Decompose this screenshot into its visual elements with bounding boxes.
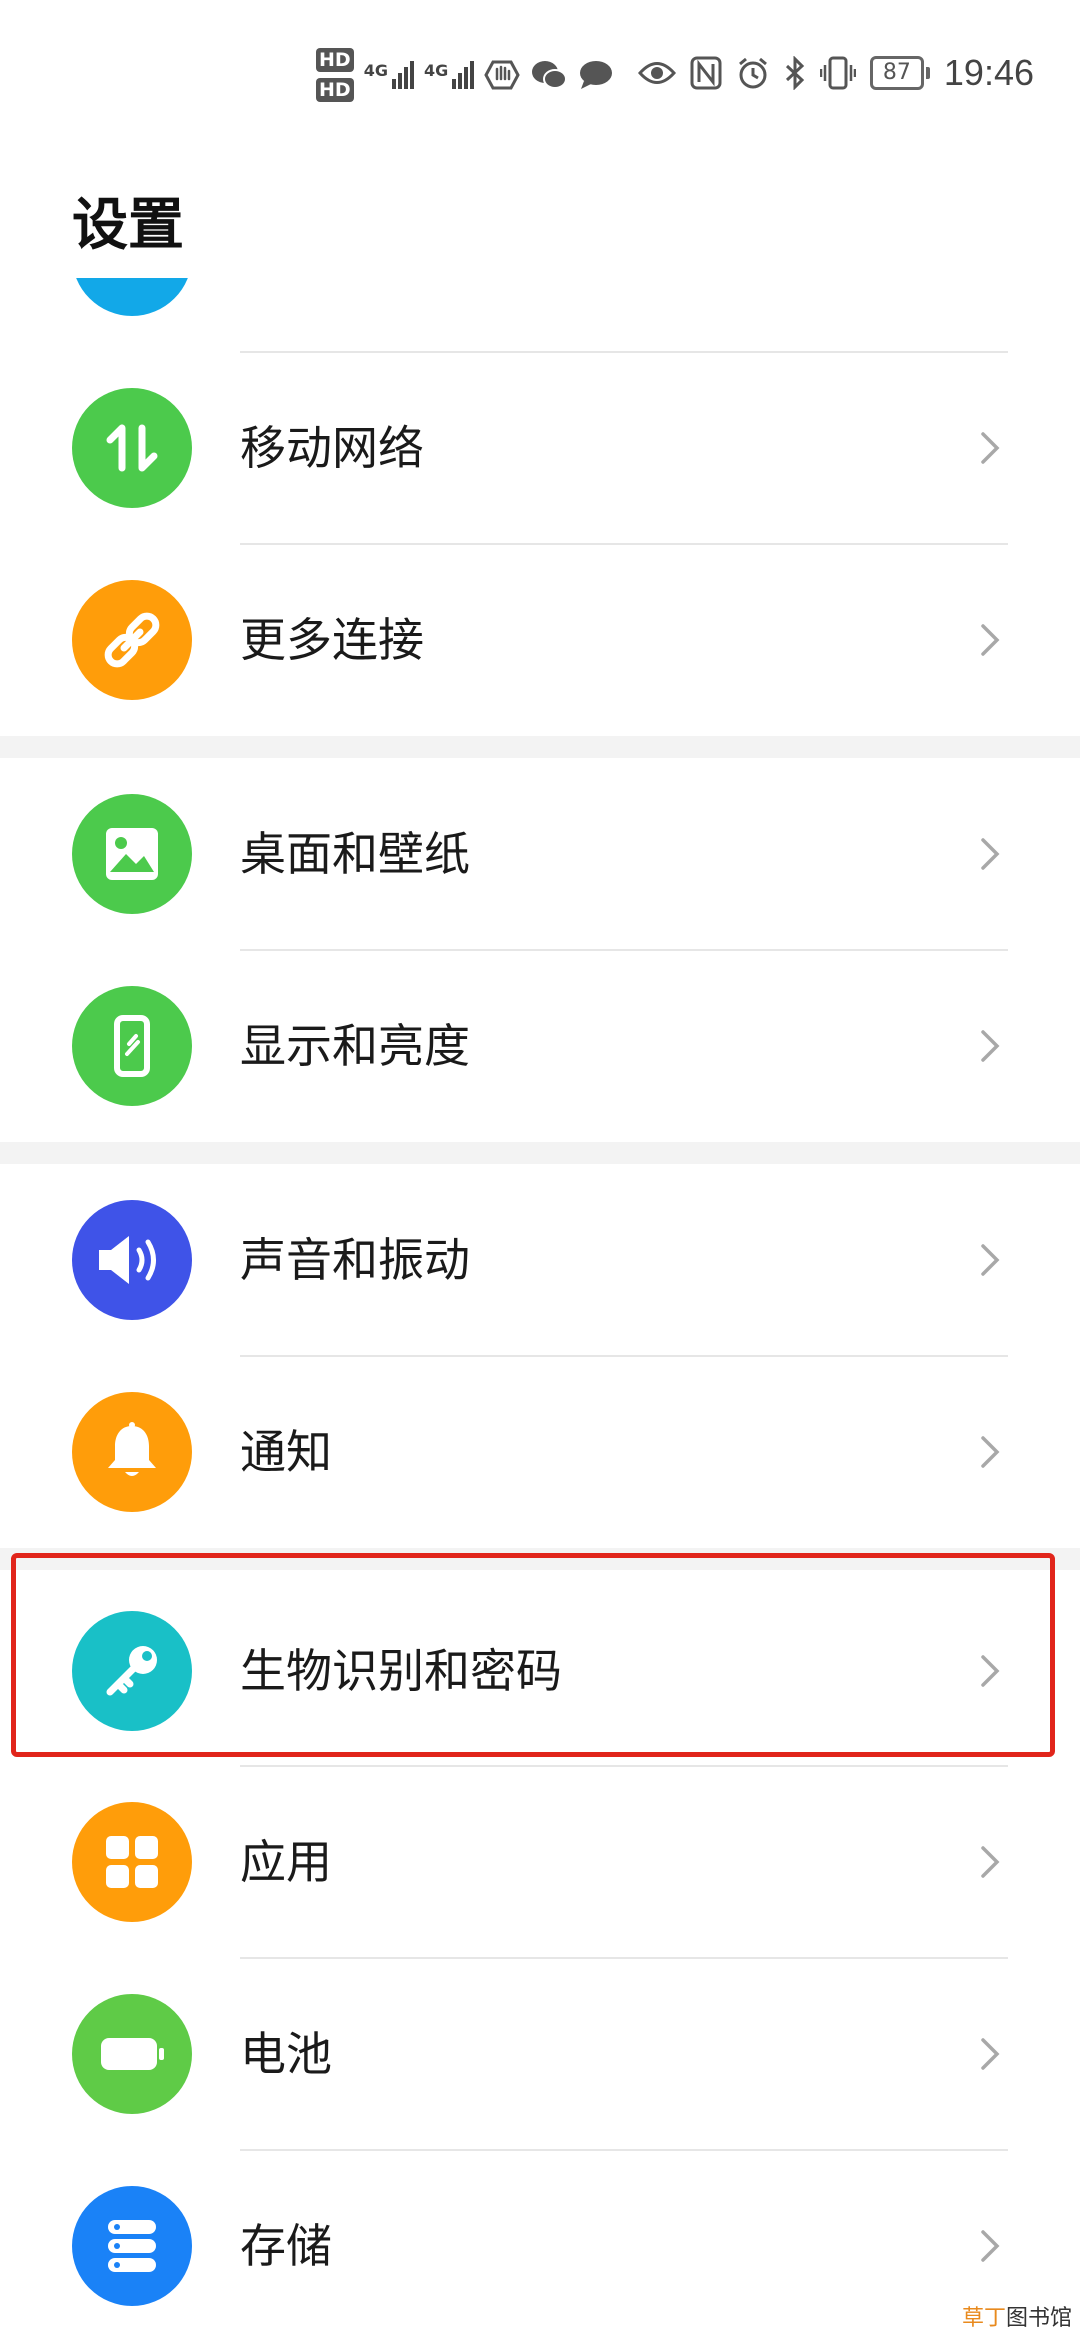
watermark: 草丁图书馆 [962, 2300, 1072, 2332]
settings-item-label: 存储 [240, 2219, 332, 2273]
settings-item-sound-vibration[interactable]: 声音和振动 [0, 1164, 1080, 1356]
mobile-data-arrows-icon [72, 388, 192, 508]
signal-sim2-icon: 4G [423, 61, 475, 89]
image-icon [72, 794, 192, 914]
highlight-box [11, 1553, 1055, 1757]
chevron-right-icon [981, 2038, 1000, 2070]
hd2-badge: HD [316, 78, 354, 102]
chevron-right-icon [981, 624, 1000, 656]
network-type-sim1: 4G [363, 61, 388, 80]
hd-voice-indicator: HD HD [316, 48, 354, 102]
hd1-badge: HD [316, 48, 354, 72]
eye-comfort-icon [637, 60, 676, 86]
settings-item-notifications[interactable]: 通知 [0, 1356, 1080, 1548]
settings-item-mobile-network[interactable]: 移动网络 [0, 352, 1080, 544]
chevron-right-icon [981, 432, 1000, 464]
hand-notification-icon [484, 57, 520, 93]
chevron-right-icon [981, 1030, 1000, 1062]
page-title: 设置 [72, 193, 184, 258]
speaker-icon [72, 1200, 192, 1320]
signal-sim1-icon: 4G [364, 61, 414, 89]
settings-item-label: 通知 [240, 1425, 332, 1479]
vibrate-icon [819, 56, 856, 90]
settings-item-label: 桌面和壁纸 [240, 827, 470, 881]
chevron-right-icon [981, 2230, 1000, 2262]
alarm-icon [736, 56, 770, 90]
wechat-icon [530, 59, 568, 91]
nfc-icon [690, 56, 722, 90]
network-type-sim2: 4G [423, 61, 449, 80]
message-icon [578, 59, 614, 91]
settings-item-display-brightness[interactable]: 显示和亮度 [0, 950, 1080, 1142]
link-icon [72, 580, 192, 700]
bell-icon [72, 1392, 192, 1512]
settings-item-apps[interactable]: 应用 [0, 1766, 1080, 1958]
bluetooth-icon [784, 56, 806, 90]
settings-item-label: 应用 [240, 1835, 332, 1889]
chevron-right-icon [981, 1846, 1000, 1878]
settings-item-label: 移动网络 [240, 421, 424, 475]
settings-item-storage[interactable]: 存储 [0, 2150, 1080, 2342]
settings-item-more-connections[interactable]: 更多连接 [0, 544, 1080, 736]
storage-icon [72, 2186, 192, 2306]
clock: 19:46 [943, 52, 1034, 93]
settings-item-label: 声音和振动 [240, 1233, 470, 1287]
settings-item-home-wallpaper[interactable]: 桌面和壁纸 [0, 758, 1080, 950]
phone-screen-icon [72, 986, 192, 1106]
chevron-right-icon [981, 838, 1000, 870]
settings-item-label: 更多连接 [240, 613, 424, 667]
section-gap [0, 1142, 1080, 1164]
watermark-part2: 图书馆 [1005, 2306, 1072, 2331]
settings-item-battery[interactable]: 电池 [0, 1958, 1080, 2150]
battery-level: 87 [869, 56, 924, 90]
battery-indicator: 87 [869, 56, 930, 90]
apps-grid-icon [72, 1802, 192, 1922]
chevron-right-icon [981, 1244, 1000, 1276]
battery-icon [72, 1994, 192, 2114]
section-gap [0, 736, 1080, 758]
settings-item-label: 电池 [240, 2027, 332, 2081]
settings-item-label: 显示和亮度 [240, 1019, 470, 1073]
chevron-right-icon [981, 1436, 1000, 1468]
watermark-part1: 草丁 [961, 2306, 1006, 2331]
status-bar: HD HD 4G 4G 87 19:46 [0, 0, 1080, 130]
